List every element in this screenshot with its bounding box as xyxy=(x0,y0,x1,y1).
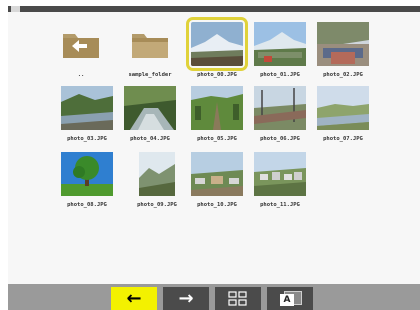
thumbnail xyxy=(124,86,176,130)
folder-up-icon xyxy=(55,22,107,66)
stack-a-icon: A xyxy=(279,290,302,307)
item-label: photo_06.JPG xyxy=(260,136,300,142)
image-item-photo-00[interactable]: photo_00.JPG xyxy=(186,17,248,79)
thumbnail xyxy=(191,86,243,130)
back-button[interactable]: ← xyxy=(111,287,157,310)
item-label: photo_07.JPG xyxy=(323,136,363,142)
image-item-photo-10[interactable]: photo_10.JPG xyxy=(187,152,247,209)
image-item-photo-05[interactable]: photo_05.JPG xyxy=(187,86,247,143)
thumbnail xyxy=(61,152,113,196)
image-item-photo-08[interactable]: photo_08.JPG xyxy=(57,152,117,209)
folder-up-item[interactable]: .. xyxy=(51,22,111,79)
folder-icon xyxy=(124,22,176,66)
image-item-photo-04[interactable]: photo_04.JPG xyxy=(120,86,180,143)
thumbnail xyxy=(254,152,306,196)
item-label: sample_folder xyxy=(128,72,172,78)
thumbnail xyxy=(317,22,369,66)
item-label: .. xyxy=(77,72,85,78)
forward-button[interactable]: → xyxy=(163,287,209,310)
image-item-photo-01[interactable]: photo_01.JPG xyxy=(250,22,310,79)
thumbnail xyxy=(191,152,243,196)
image-item-photo-03[interactable]: photo_03.JPG xyxy=(57,86,117,143)
thumbnail xyxy=(186,17,248,71)
item-label: photo_05.JPG xyxy=(197,136,237,142)
item-label: photo_10.JPG xyxy=(197,202,237,208)
image-item-photo-11[interactable]: photo_11.JPG xyxy=(250,152,310,209)
folder-item[interactable]: sample_folder xyxy=(120,22,180,79)
grid-icon xyxy=(228,290,247,306)
bottom-navbar: ← → A xyxy=(8,284,420,310)
thumbnail xyxy=(61,86,113,130)
image-item-photo-09[interactable]: photo_09.JPG xyxy=(127,152,187,209)
item-label: photo_00.JPG xyxy=(197,72,237,78)
stack-view-button[interactable]: A xyxy=(267,287,313,310)
thumbnail xyxy=(254,22,306,66)
file-grid: .. sample_folder photo_00.JPG photo_01.J… xyxy=(8,12,420,284)
item-label: photo_04.JPG xyxy=(130,136,170,142)
image-item-photo-07[interactable]: photo_07.JPG xyxy=(313,86,373,143)
image-item-photo-06[interactable]: photo_06.JPG xyxy=(250,86,310,143)
thumbnail xyxy=(317,86,369,130)
thumbnail xyxy=(139,152,175,196)
item-label: photo_08.JPG xyxy=(67,202,107,208)
image-item-photo-02[interactable]: photo_02.JPG xyxy=(313,22,373,79)
item-label: photo_01.JPG xyxy=(260,72,300,78)
item-label: photo_09.JPG xyxy=(137,202,177,208)
grid-view-button[interactable] xyxy=(215,287,261,310)
arrow-right-icon: → xyxy=(178,287,194,309)
thumbnail xyxy=(254,86,306,130)
item-label: photo_11.JPG xyxy=(260,202,300,208)
arrow-left-icon: ← xyxy=(126,287,142,309)
item-label: photo_03.JPG xyxy=(67,136,107,142)
item-label: photo_02.JPG xyxy=(323,72,363,78)
